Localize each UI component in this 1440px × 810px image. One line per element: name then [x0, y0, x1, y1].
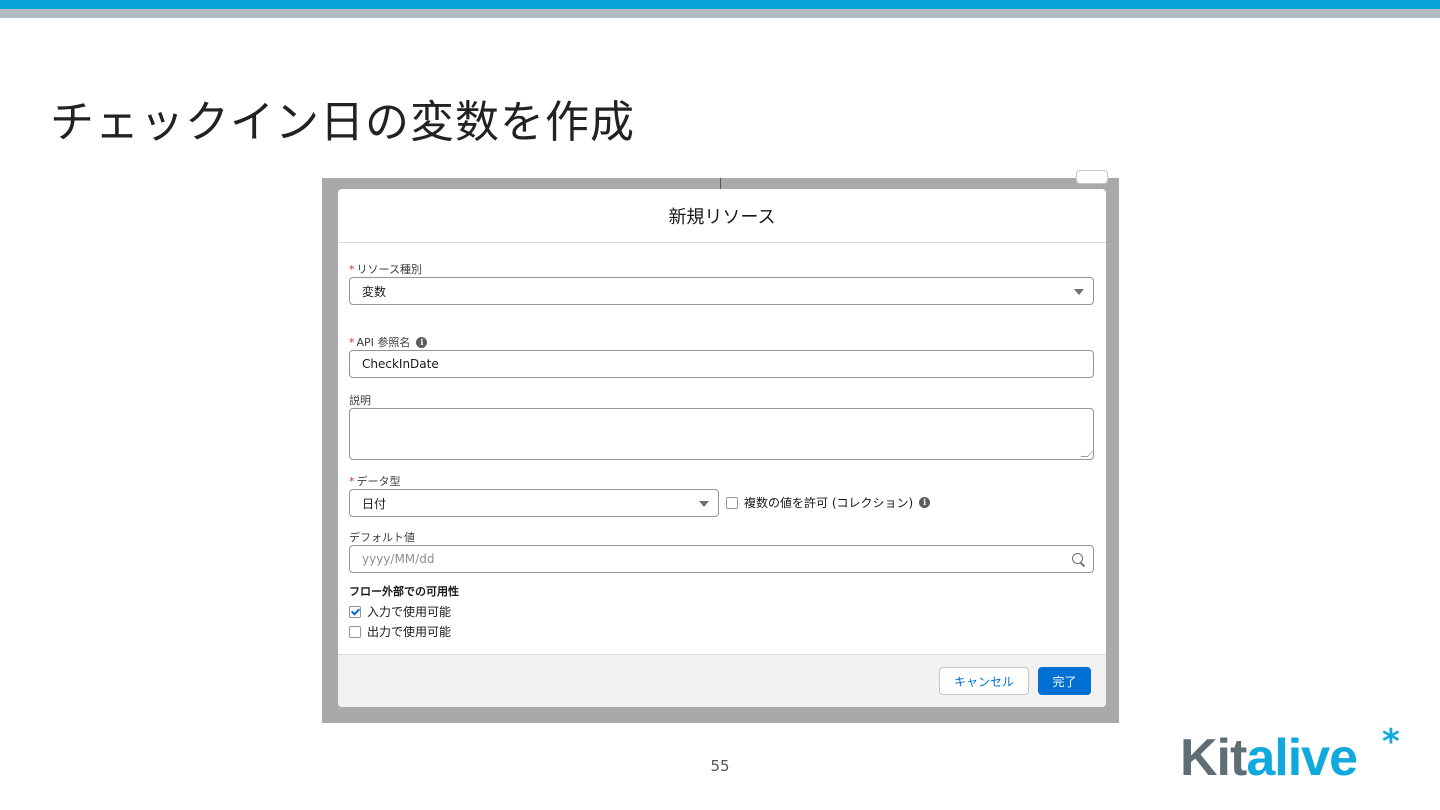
slide-title: チェックイン日の変数を作成 — [50, 97, 635, 148]
data-type-label: * データ型 — [349, 474, 401, 489]
available-input-label: 入力で使用可能 — [367, 605, 452, 619]
available-output-row[interactable]: 出力で使用可能 — [349, 623, 451, 640]
allow-multiple-checkbox[interactable] — [726, 496, 738, 509]
data-type-select[interactable]: 日付 — [349, 489, 719, 517]
api-name-label: * API 参照名 i — [349, 334, 428, 350]
cancel-button[interactable]: キャンセル — [939, 667, 1029, 695]
backdrop-divider — [720, 178, 721, 189]
top-accent-bar — [0, 0, 1440, 9]
search-icon[interactable] — [1072, 553, 1083, 564]
available-output-label: 出力で使用可能 — [367, 625, 452, 639]
logo-star-icon: * — [1382, 722, 1400, 762]
page-number: 55 — [710, 757, 730, 775]
resource-type-label: * リソース種別 — [349, 262, 422, 277]
new-resource-modal: 新規リソース * リソース種別 変数 * API 参照名 i CheckInDa… — [338, 189, 1106, 707]
modal-header: 新規リソース — [338, 189, 1106, 243]
available-input-row[interactable]: 入力で使用可能 — [349, 603, 451, 620]
chevron-down-icon — [1074, 289, 1084, 295]
top-secondary-bar — [0, 9, 1440, 18]
info-icon[interactable]: i — [919, 497, 931, 508]
availability-heading: フロー外部での可用性 — [349, 585, 459, 598]
default-value-input[interactable]: yyyy/MM/dd — [349, 545, 1094, 573]
required-mark: * — [349, 335, 355, 349]
chevron-down-icon — [699, 501, 709, 507]
api-name-input[interactable]: CheckInDate — [349, 350, 1094, 378]
resize-grip-icon[interactable] — [1080, 450, 1095, 457]
default-value-label: デフォルト値 — [349, 531, 415, 544]
default-value-placeholder: yyyy/MM/dd — [362, 552, 435, 566]
modal-title: 新規リソース — [668, 206, 776, 228]
done-button[interactable]: 完了 — [1038, 667, 1091, 695]
available-input-checkbox[interactable] — [349, 605, 361, 618]
modal-footer: キャンセル 完了 — [338, 654, 1106, 707]
api-name-value: CheckInDate — [362, 357, 439, 371]
resource-type-select[interactable]: 変数 — [349, 277, 1094, 305]
data-type-value: 日付 — [362, 496, 387, 511]
description-label: 説明 — [349, 394, 371, 407]
allow-multiple-label: 複数の値を許可 (コレクション) — [744, 496, 914, 510]
backdrop-corner-element — [1076, 170, 1108, 184]
required-mark: * — [349, 262, 355, 276]
available-output-checkbox[interactable] — [349, 625, 361, 638]
resource-type-value: 変数 — [362, 284, 387, 299]
info-icon[interactable]: i — [416, 336, 428, 348]
kitalive-logo: Kitalive — [1180, 729, 1358, 787]
required-mark: * — [349, 474, 355, 488]
allow-multiple-row[interactable]: 複数の値を許可 (コレクション) i — [726, 494, 931, 511]
description-textarea[interactable] — [349, 408, 1095, 460]
